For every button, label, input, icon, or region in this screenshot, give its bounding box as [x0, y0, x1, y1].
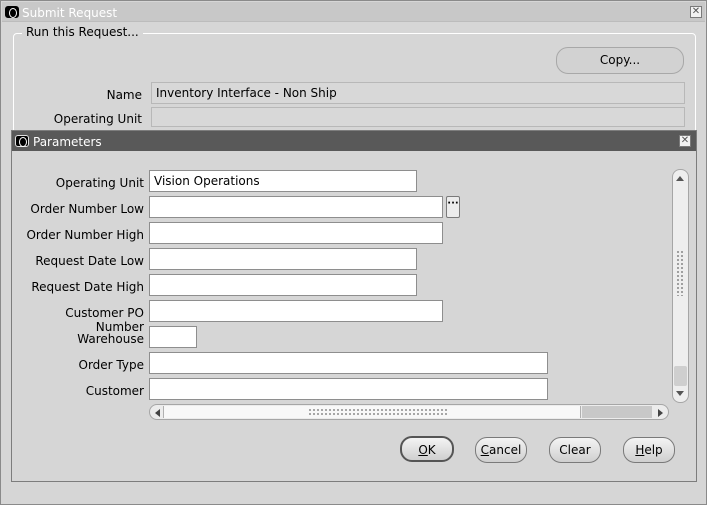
close-icon[interactable]: ✕	[679, 135, 691, 147]
cancel-mnemonic: C	[480, 443, 490, 457]
scroll-up-arrow-icon[interactable]	[676, 176, 684, 181]
oracle-app-icon	[5, 6, 19, 18]
ok-label: K	[427, 443, 436, 457]
name-field[interactable]: Inventory Interface - Non Ship	[151, 82, 685, 104]
scroll-grip[interactable]	[676, 250, 685, 296]
horizontal-scroll-track[interactable]	[582, 406, 652, 418]
horizontal-scroll-grip[interactable]	[308, 408, 448, 416]
vertical-scrollbar[interactable]	[672, 169, 689, 403]
param-label-operating-unit: Operating Unit	[55, 176, 144, 190]
param-field-order-number-high[interactable]	[149, 222, 443, 244]
list-of-values-button[interactable]: ···	[446, 196, 460, 218]
scroll-right-arrow-icon[interactable]	[658, 409, 663, 417]
param-field-order-number-low[interactable]	[149, 196, 443, 218]
param-field-warehouse[interactable]	[149, 326, 197, 348]
copy-button[interactable]: Copy...	[556, 47, 684, 74]
param-field-customer[interactable]	[149, 378, 548, 400]
clear-label: Clear	[559, 443, 591, 457]
param-label-order-number-low: Order Number Low	[30, 202, 144, 216]
scroll-left-arrow-icon[interactable]	[155, 409, 160, 417]
param-field-order-type[interactable]	[149, 352, 548, 374]
run-request-group-label: Run this Request...	[22, 25, 143, 39]
param-label-request-date-low: Request Date Low	[35, 254, 144, 268]
param-label-order-number-high: Order Number High	[26, 228, 144, 242]
close-icon[interactable]: ✕	[690, 6, 702, 18]
scroll-down-arrow-icon[interactable]	[676, 391, 684, 396]
scroll-thumb[interactable]	[674, 366, 687, 386]
cancel-button[interactable]: Cancel	[475, 437, 527, 463]
parameters-title: Parameters	[33, 135, 102, 149]
param-label-order-type: Order Type	[78, 358, 144, 372]
param-label-warehouse: Warehouse	[77, 332, 144, 346]
submit-request-title-bar[interactable]: Submit Request ✕	[2, 2, 705, 22]
param-label-customer-po-number: Customer PO Number	[65, 306, 144, 334]
param-label-request-date-high: Request Date High	[31, 280, 144, 294]
param-field-customer-po-number[interactable]	[149, 300, 443, 322]
submit-request-title: Submit Request	[22, 6, 118, 20]
param-field-request-date-low[interactable]	[149, 248, 417, 270]
ok-button[interactable]: OK	[400, 436, 454, 462]
clear-button[interactable]: Clear	[549, 437, 601, 463]
param-field-request-date-high[interactable]	[149, 274, 417, 296]
operating-unit-label: Operating Unit	[53, 112, 142, 126]
help-button[interactable]: Help	[623, 437, 675, 463]
cancel-label: ancel	[489, 443, 522, 457]
param-field-operating-unit[interactable]: Vision Operations	[149, 170, 417, 192]
help-label: elp	[644, 443, 663, 457]
operating-unit-field[interactable]	[151, 107, 685, 127]
ok-mnemonic: O	[418, 443, 428, 457]
horizontal-scrollbar[interactable]	[149, 404, 669, 420]
param-label-customer: Customer	[85, 384, 144, 398]
oracle-app-icon	[15, 135, 29, 147]
help-mnemonic: H	[635, 443, 645, 457]
parameters-title-bar[interactable]: Parameters ✕	[12, 131, 696, 151]
name-label: Name	[106, 88, 142, 102]
